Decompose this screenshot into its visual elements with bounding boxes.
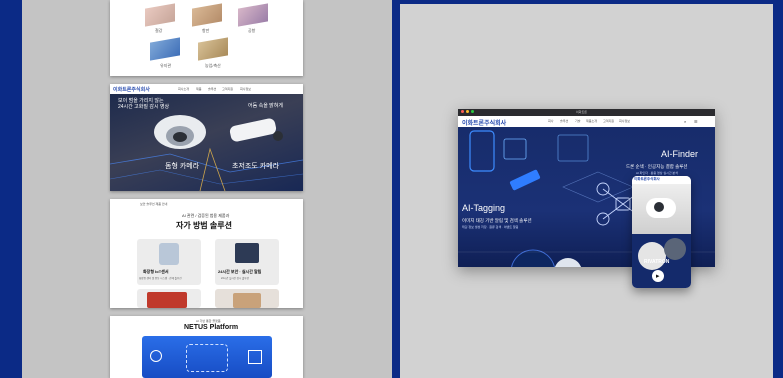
right-mockup-panel[interactable]: 이화트론 이화트론주식회사 회사 솔루션 기술 제품소개 고객지원 회사정보 ⌕…	[400, 0, 773, 378]
tagging-line: 태깅 정보 생성 저장 · 원류 검색 · 이벤트 알림	[462, 225, 519, 229]
left-screenshot-panel[interactable]: 철강 항만 공항 유지관 농업/축산 이화트론주식회사 회사소개 제품 솔루션 …	[22, 0, 392, 378]
section-title: 자가 방범 솔루션	[176, 221, 232, 230]
finder-title: AI-Finder	[661, 149, 699, 159]
port-illustration	[192, 3, 222, 27]
lens-icon	[654, 202, 664, 212]
finder-line: AI 파인더 · 활용 영상 실시간 분석	[636, 171, 678, 175]
camera-label: 초저조도 카메라	[232, 163, 280, 170]
finder-line: 드론 순색 · 인공지능 결합 솔루션	[626, 164, 688, 169]
thumbnail-security-solution[interactable]: 보안 솔루션 제품 안내 AI 관련 / 검증된 범용 제품과 자가 방범 솔루…	[110, 199, 303, 308]
top-frame-strip	[400, 0, 773, 4]
industry-label: 농업/축산	[205, 63, 221, 68]
node-icon	[150, 350, 162, 362]
airport-illustration	[238, 3, 268, 27]
thumbnail-netus-platform[interactable]: AI 기반 통합 플랫폼 NETUS Platform	[110, 316, 303, 378]
industry-label: 공항	[248, 28, 256, 33]
tagging-line: 이미지 태깅 기반 알림 및 검색 솔루션	[462, 218, 532, 223]
nav-item[interactable]: 솔루션	[208, 87, 216, 91]
minimize-window-icon[interactable]	[466, 110, 469, 113]
solution-card[interactable]: 24시간 보안 · 실시간 알림 24시간 실시간 감시 솔루션	[215, 239, 279, 285]
phone-mockup[interactable]: 이화트론주식회사 RIVATRON ▸	[632, 176, 691, 288]
camera-label: 돔형 카메라	[165, 163, 200, 170]
logo: 이화트론주식회사	[113, 87, 150, 93]
platform-subtitle: AI 기반 통합 플랫폼	[196, 319, 221, 323]
solution-card[interactable]	[215, 289, 279, 308]
card-subtitle: 화장형 센서 및 연동 시스템 · 관제 솔루션	[139, 277, 182, 280]
header-bar: 이화트론주식회사 회사소개 제품 솔루션 고객지원 회사정보	[110, 84, 303, 94]
industry-label: 항만	[202, 28, 210, 33]
search-icon[interactable]: ⌕	[684, 119, 686, 124]
nav-item[interactable]: 회사소개	[178, 87, 189, 91]
product-circle	[638, 242, 666, 270]
hero-headline: 24시간 고화질 감시 영상	[118, 104, 170, 110]
monitor-icon	[235, 243, 259, 263]
section-subtitle: AI 관련 / 검증된 범용 제품과	[182, 213, 230, 218]
close-window-icon[interactable]	[461, 110, 464, 113]
hero-banner: 보이 범을 가리지 않는 24시간 고화질 감시 영상 어둠 속을 밝혀게 돔형…	[110, 94, 303, 191]
breadcrumb: 보안 솔루션 제품 안내	[140, 202, 168, 206]
phone-logo: 이화트론주식회사	[634, 177, 660, 181]
card-title: 화장형 IoT센서	[143, 269, 169, 274]
firetruck-icon	[147, 292, 187, 308]
product-circle	[664, 238, 686, 260]
sensor-icon	[159, 243, 179, 265]
nav-item[interactable]: 고객지원	[603, 119, 614, 123]
industry-label: 유지관	[160, 63, 172, 68]
thumbnail-camera-hero[interactable]: 이화트론주식회사 회사소개 제품 솔루션 고객지원 회사정보 보이 범을 가리지…	[110, 84, 303, 191]
farm-illustration	[198, 37, 228, 61]
solution-card[interactable]	[137, 289, 201, 308]
nav-item[interactable]: 회사	[548, 119, 554, 123]
phone-dark-section: RIVATRON ▸	[632, 234, 691, 288]
platform-diagram	[142, 336, 272, 378]
tagging-title: AI-Tagging	[462, 203, 506, 213]
nav-item[interactable]: 고객지원	[222, 87, 233, 91]
nav-item[interactable]: 기술	[575, 119, 581, 123]
browser-titlebar: 이화트론	[458, 109, 715, 116]
card-subtitle: 24시간 실시간 감시 솔루션	[221, 277, 249, 280]
play-button[interactable]: ▸	[652, 270, 664, 282]
thumbnail-industries[interactable]: 철강 항만 공항 유지관 농업/축산	[110, 0, 303, 76]
building-icon	[233, 293, 261, 308]
maximize-window-icon[interactable]	[471, 110, 474, 113]
nav-item[interactable]: 솔루션	[560, 119, 568, 123]
nav-item[interactable]: 회사정보	[240, 87, 251, 91]
hero-headline: 어둠 속을 밝혀게	[248, 103, 283, 109]
nav-item[interactable]: 회사정보	[619, 119, 630, 123]
card-title: 24시간 보안 · 실시간 알림	[218, 269, 262, 274]
window-title: 이화트론	[576, 110, 588, 114]
solution-card[interactable]: 화장형 IoT센서 화장형 센서 및 연동 시스템 · 관제 솔루션	[137, 239, 201, 285]
device-icon	[248, 350, 262, 364]
industry-label: 철강	[155, 28, 163, 33]
nav-item[interactable]: 제품	[196, 87, 202, 91]
site-logo[interactable]: 이화트론주식회사	[462, 118, 506, 127]
phone-brand: RIVATRON	[644, 259, 670, 265]
menu-icon[interactable]: ☰	[694, 119, 698, 124]
pipeline-illustration	[150, 37, 180, 61]
cloud-icon	[186, 344, 228, 372]
steel-illustration	[145, 3, 175, 27]
play-icon: ▸	[656, 273, 660, 280]
platform-title: NETUS Platform	[184, 324, 239, 331]
nav-item[interactable]: 제품소개	[586, 119, 597, 123]
phone-hero	[632, 184, 691, 234]
